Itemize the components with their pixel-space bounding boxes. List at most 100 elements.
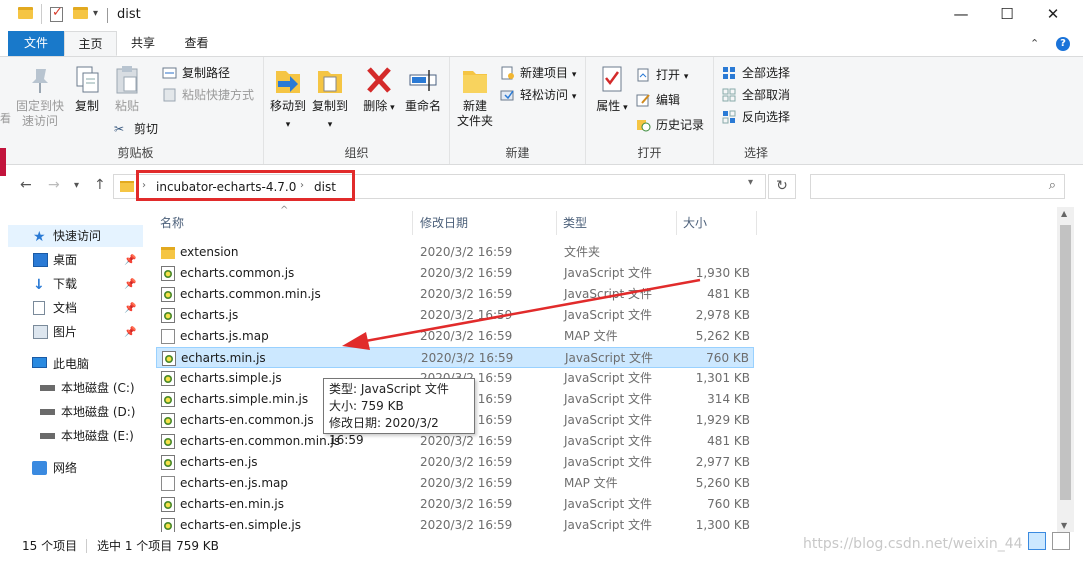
file-row[interactable]: echarts-en.js.map 2020/3/2 16:59 MAP 文件 5,2… xyxy=(156,473,754,494)
file-size: 1,301 KB xyxy=(695,371,750,385)
details-view-icon[interactable] xyxy=(1028,532,1046,550)
refresh-icon[interactable]: ↻ xyxy=(768,174,796,199)
tab-home[interactable]: 主页 xyxy=(64,31,117,56)
column-header-date[interactable]: 修改日期 xyxy=(414,211,557,235)
chevron-up-icon[interactable]: ⌃ xyxy=(1030,37,1039,50)
nav-desktop[interactable]: 桌面 xyxy=(20,249,77,271)
file-row[interactable]: echarts.js.map 2020/3/2 16:59 MAP 文件 5,262 … xyxy=(156,326,754,347)
edit-button[interactable]: 编辑 xyxy=(636,90,680,110)
copy-button[interactable]: 复制 xyxy=(70,65,104,114)
move-to-button[interactable]: 移动到 xyxy=(268,65,308,133)
new-folder-quick-icon[interactable] xyxy=(73,7,88,19)
drive-icon xyxy=(40,385,55,391)
nav-drive-d[interactable]: 本地磁盘 (D:) xyxy=(20,401,135,423)
properties-quick-icon[interactable] xyxy=(50,5,63,22)
cut-button[interactable]: ✂ 剪切 xyxy=(114,119,158,139)
file-type: JavaScript 文件 xyxy=(565,351,653,365)
history-button[interactable]: 历史记录 xyxy=(636,115,704,135)
copy-path-button[interactable]: 复制路径 xyxy=(162,63,230,83)
delete-label: 删除 xyxy=(362,99,396,116)
nav-network[interactable]: 网络 xyxy=(0,457,77,479)
tab-share[interactable]: 共享 xyxy=(117,31,169,56)
file-type: JavaScript 文件 xyxy=(564,266,652,280)
file-row[interactable]: echarts-en.js 2020/3/2 16:59 JavaScript 文件… xyxy=(156,452,754,473)
pin-icon[interactable]: 📌 xyxy=(124,303,136,314)
nav-drive-e[interactable]: 本地磁盘 (E:) xyxy=(20,425,134,447)
customize-quick-access-icon[interactable]: ▾ xyxy=(93,8,98,19)
tab-file[interactable]: 文件 xyxy=(8,31,64,56)
pin-icon[interactable]: 📌 xyxy=(124,327,136,338)
invert-selection-icon xyxy=(722,110,737,124)
large-icons-view-icon[interactable] xyxy=(1052,532,1070,550)
tab-view[interactable]: 查看 xyxy=(169,31,224,56)
easy-access-button[interactable]: 轻松访问 xyxy=(500,85,576,105)
drive-icon xyxy=(40,433,55,439)
paste-shortcut-button[interactable]: 粘贴快捷方式 xyxy=(162,85,254,105)
js-file-icon xyxy=(161,455,175,470)
file-row[interactable]: echarts.min.js 2020/3/2 16:59 JavaScript 文… xyxy=(156,347,754,368)
scroll-up-icon[interactable]: ▲ xyxy=(1061,209,1067,218)
file-size: 2,977 KB xyxy=(695,455,750,469)
up-arrow-icon[interactable]: ↑ xyxy=(94,177,106,193)
close-button[interactable]: ✕ xyxy=(1030,0,1076,31)
file-date: 2020/3/2 16:59 xyxy=(420,455,513,469)
file-row[interactable]: echarts.js 2020/3/2 16:59 JavaScript 文件 2,9… xyxy=(156,305,754,326)
history-label: 历史记录 xyxy=(656,118,705,132)
scrollbar-thumb[interactable] xyxy=(1060,225,1071,500)
edit-icon xyxy=(636,93,651,107)
nav-pictures[interactable]: 图片 xyxy=(20,321,77,343)
file-name: echarts.common.min.js xyxy=(180,287,321,301)
file-row[interactable]: echarts-en.min.js 2020/3/2 16:59 JavaScrip… xyxy=(156,494,754,515)
file-row[interactable]: echarts.common.js 2020/3/2 16:59 JavaScrip… xyxy=(156,263,754,284)
column-header-size[interactable]: 大小 xyxy=(677,211,757,235)
rename-button[interactable]: 重命名 xyxy=(402,65,444,114)
file-row[interactable]: echarts.common.min.js 2020/3/2 16:59 JavaS… xyxy=(156,284,754,305)
pin-icon[interactable]: 📌 xyxy=(124,279,136,290)
file-row[interactable]: extension 2020/3/2 16:59 文件夹 xyxy=(156,242,754,263)
nav-label: 本地磁盘 (C:) xyxy=(61,381,135,395)
pin-to-quick-access-button[interactable]: 固定到快 速访问 xyxy=(14,65,66,129)
invert-selection-button[interactable]: 反向选择 xyxy=(722,107,790,127)
nav-quick-access[interactable]: ★ 快速访问 xyxy=(0,225,101,247)
select-all-label: 全部选择 xyxy=(742,66,791,80)
file-name: echarts.common.js xyxy=(180,266,295,280)
background-window-fragment xyxy=(0,148,6,176)
back-arrow-icon[interactable]: ← xyxy=(20,177,32,193)
help-icon[interactable]: ? xyxy=(1056,37,1070,51)
open-button[interactable]: 打开 xyxy=(636,65,688,85)
new-folder-label-line1: 新建 xyxy=(462,99,487,113)
scissors-icon: ✂ xyxy=(114,122,125,136)
recent-locations-chevron-icon[interactable]: ▾ xyxy=(74,180,79,191)
minimize-button[interactable]: — xyxy=(938,0,984,31)
file-name: echarts-en.js.map xyxy=(180,476,289,490)
pin-icon[interactable]: 📌 xyxy=(124,255,136,266)
vertical-scrollbar[interactable]: ▲ ▼ xyxy=(1057,207,1074,532)
new-item-button[interactable]: 新建项目 xyxy=(500,63,576,83)
open-icon xyxy=(636,68,651,82)
paste-button[interactable]: 粘贴 xyxy=(110,65,144,114)
file-name: echarts.js xyxy=(180,308,239,322)
address-dropdown-icon[interactable]: ▾ xyxy=(748,177,753,188)
select-all-button[interactable]: 全部选择 xyxy=(722,63,790,83)
search-input[interactable]: ⌕ xyxy=(810,174,1065,199)
select-none-button[interactable]: 全部取消 xyxy=(722,85,790,105)
nav-drive-c[interactable]: 本地磁盘 (C:) xyxy=(20,377,135,399)
nav-this-pc[interactable]: 此电脑 xyxy=(0,353,89,375)
delete-button[interactable]: 删除 xyxy=(362,65,396,116)
file-size: 481 KB xyxy=(707,287,750,301)
scroll-down-icon[interactable]: ▼ xyxy=(1061,521,1067,530)
maximize-button[interactable]: ☐ xyxy=(984,0,1030,31)
nav-downloads[interactable]: ↓ 下载 xyxy=(20,273,77,295)
column-header-type[interactable]: 类型 xyxy=(557,211,677,235)
file-date: 2020/3/2 16:59 xyxy=(420,287,513,301)
file-name: extension xyxy=(180,245,239,259)
copy-to-button[interactable]: 复制到 xyxy=(310,65,350,133)
file-type: 文件夹 xyxy=(564,245,601,259)
properties-button[interactable]: 属性 xyxy=(594,65,630,116)
cut-label: 剪切 xyxy=(134,122,159,136)
nav-documents[interactable]: 文档 xyxy=(20,297,77,319)
forward-arrow-icon[interactable]: → xyxy=(48,177,60,193)
file-name: echarts.js.map xyxy=(180,329,269,343)
column-header-name[interactable]: 名称 xyxy=(154,211,413,235)
new-folder-button[interactable]: 新建 文件夹 xyxy=(454,65,496,129)
